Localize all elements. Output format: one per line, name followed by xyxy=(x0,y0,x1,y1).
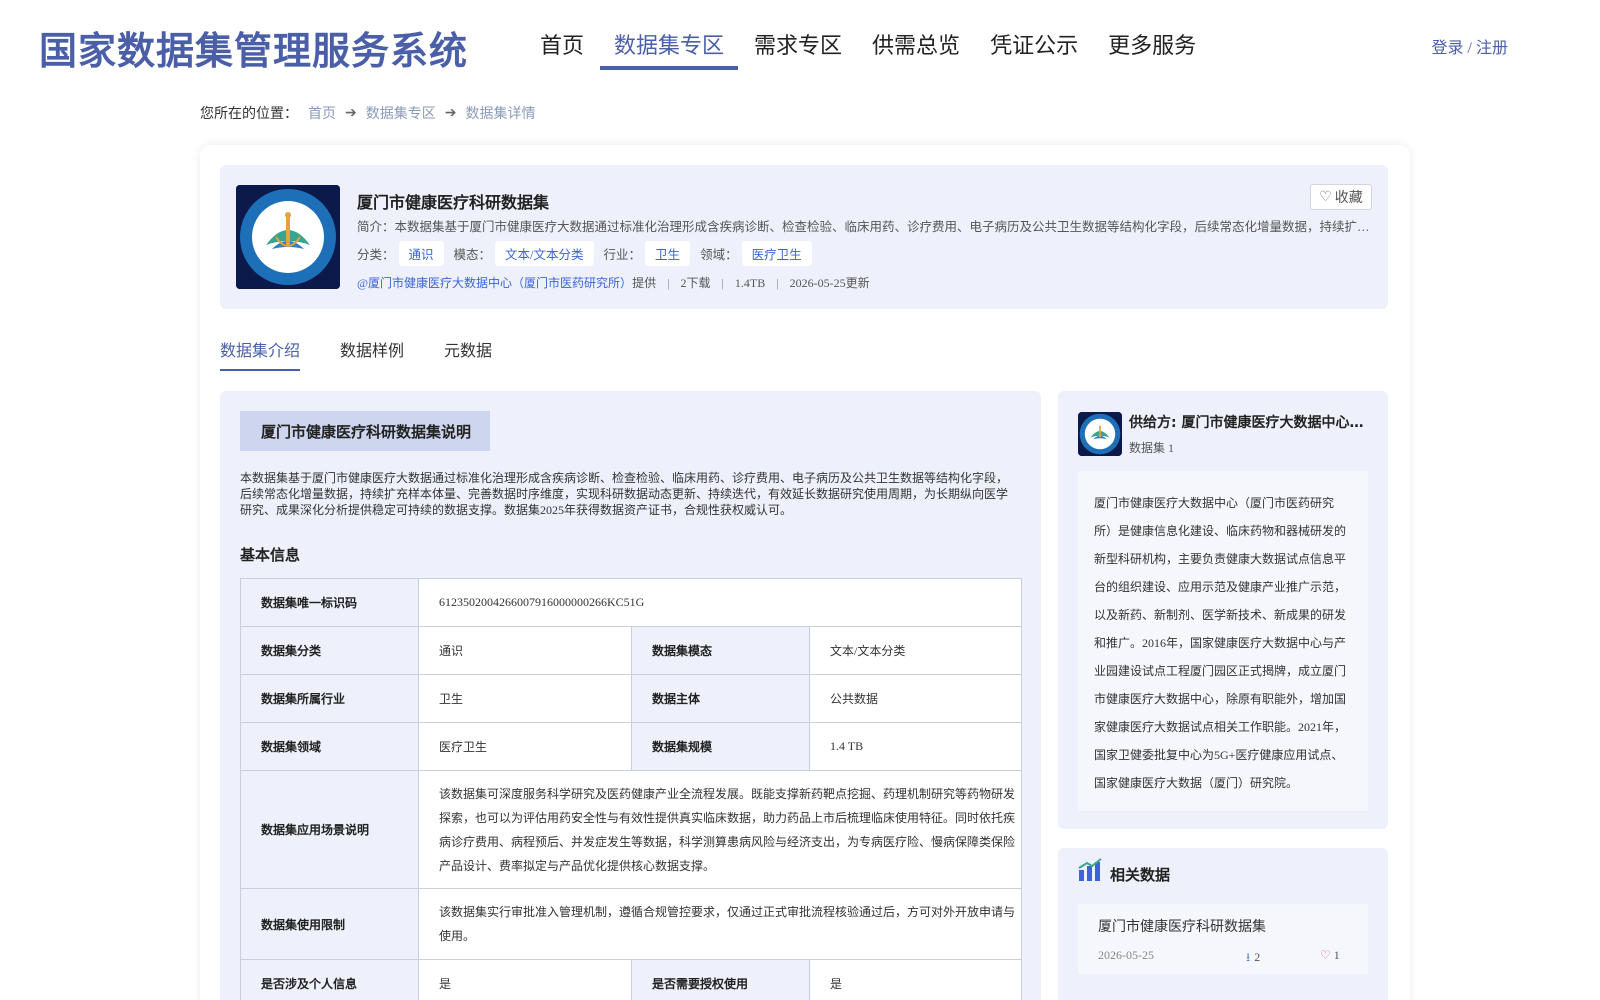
personal-info-value: 是 xyxy=(418,959,632,1000)
provider-card: 供给方: 厦门市健康医疗大数据中心（厦门市医药研究所） 数据集 1 厦门市健康医… xyxy=(1058,391,1388,829)
breadcrumb: 您所在的位置： 首页 ➔ 数据集专区 ➔ 数据集详情 xyxy=(200,103,535,123)
related-item[interactable]: 厦门市健康医疗科研数据集 2026-05-25 ⭳ 2 ♡ 1 xyxy=(1078,904,1368,974)
table-row: 是否涉及个人信息 是 是否需要授权使用 是 xyxy=(240,959,1022,1000)
login-register-link[interactable]: 登录 / 注册 xyxy=(1432,34,1508,58)
main-nav: 首页 数据集专区 需求专区 供需总览 凭证公示 更多服务 xyxy=(540,28,1226,70)
dataset-tags: 分类： 通识 模态： 文本/文本分类 行业： 卫生 领域： 医疗卫生 xyxy=(357,241,822,266)
arrow-right-icon: ➔ xyxy=(444,105,457,121)
breadcrumb-datasets[interactable]: 数据集专区 xyxy=(366,103,436,123)
uid-value: 6123502004266007916000000266KC51G xyxy=(418,578,1022,627)
scenario-label: 数据集应用场景说明 xyxy=(240,770,419,889)
modality-tag[interactable]: 文本/文本分类 xyxy=(495,241,594,266)
nav-more[interactable]: 更多服务 xyxy=(1108,28,1196,70)
nav-datasets[interactable]: 数据集专区 xyxy=(600,28,739,70)
related-item-title: 厦门市健康医疗科研数据集 xyxy=(1098,920,1266,935)
detail-tabs: 数据集介绍 数据样例 元数据 xyxy=(220,337,532,371)
modality-key: 模态： xyxy=(453,248,492,262)
dataset-meta: @厦门市健康医疗大数据中心（厦门市医药研究所）提供 | 2下载 | 1.4TB … xyxy=(357,276,870,290)
category-tag[interactable]: 通识 xyxy=(398,241,444,266)
dataset-title: 厦门市健康医疗科研数据集 xyxy=(357,195,550,212)
like-count-value: 1 xyxy=(1333,948,1340,962)
modality-value: 文本/文本分类 xyxy=(809,626,1022,675)
heart-icon: ♡ xyxy=(1319,189,1332,205)
tab-introduction[interactable]: 数据集介绍 xyxy=(220,337,301,371)
download-count-value: 2 xyxy=(1254,950,1261,964)
industry-key: 行业： xyxy=(603,248,642,262)
dataset-detail-card: 厦门市健康医疗科研数据集 简介：本数据集基于厦门市健康医疗大数据通过标准化治理形… xyxy=(200,145,1410,1000)
related-data-card: 相关数据 厦门市健康医疗科研数据集 2026-05-25 ⭳ 2 ♡ 1 xyxy=(1058,848,1388,1000)
category-value: 通识 xyxy=(418,626,632,675)
industry-value: 卫生 xyxy=(418,674,632,723)
personal-info-label: 是否涉及个人信息 xyxy=(240,959,419,1000)
description-heading: 厦门市健康医疗科研数据集说明 xyxy=(240,411,490,451)
related-item-likes: ♡ 1 xyxy=(1320,948,1340,963)
domain-value: 医疗卫生 xyxy=(418,722,632,771)
breadcrumb-detail[interactable]: 数据集详情 xyxy=(465,103,535,123)
favorite-button[interactable]: ♡ 收藏 xyxy=(1310,184,1372,210)
heart-icon: ♡ xyxy=(1320,948,1331,962)
table-row: 数据集领域 医疗卫生 数据集规模 1.4 TB xyxy=(240,722,1022,771)
domain-key: 领域： xyxy=(700,248,738,262)
subject-value: 公共数据 xyxy=(809,674,1022,723)
limit-label: 数据集使用限制 xyxy=(240,888,419,960)
auth-value: 是 xyxy=(809,959,1022,1000)
introduction-panel: 厦门市健康医疗科研数据集说明 本数据集基于厦门市健康医疗大数据通过标准化治理形成… xyxy=(220,391,1041,1000)
nav-overview[interactable]: 供需总览 xyxy=(872,28,960,70)
scenario-value: 该数据集可深度服务科学研究及医药健康产业全流程发展。既能支撑新药靶点挖掘、药理机… xyxy=(418,770,1022,889)
category-label: 数据集分类 xyxy=(240,626,419,675)
subject-label: 数据主体 xyxy=(631,674,810,723)
provide-text: 提供 xyxy=(632,276,657,290)
industry-label: 数据集所属行业 xyxy=(240,674,419,723)
table-row: 数据集使用限制 该数据集实行审批准入管理机制，遵循合规管控要求，仅通过正式审批流… xyxy=(240,888,1022,960)
nav-demands[interactable]: 需求专区 xyxy=(754,28,842,70)
related-title: 相关数据 xyxy=(1110,866,1171,884)
auth-label: 是否需要授权使用 xyxy=(631,959,810,1000)
bar-chart-icon xyxy=(1078,858,1102,881)
category-key: 分类： xyxy=(357,248,395,262)
dataset-summary: 厦门市健康医疗科研数据集 简介：本数据集基于厦门市健康医疗大数据通过标准化治理形… xyxy=(220,165,1388,309)
domain-label: 数据集领域 xyxy=(240,722,419,771)
breadcrumb-home[interactable]: 首页 xyxy=(308,103,336,123)
dataset-intro: 简介：本数据集基于厦门市健康医疗大数据通过标准化治理形成含疾病诊断、检查检验、临… xyxy=(357,220,1377,234)
download-count: 2下载 xyxy=(680,276,711,290)
table-row: 数据集唯一标识码 6123502004266007916000000266KC5… xyxy=(240,578,1022,627)
related-item-downloads: ⭳ 2 xyxy=(1246,948,1260,969)
table-row: 数据集应用场景说明 该数据集可深度服务科学研究及医药健康产业全流程发展。既能支撑… xyxy=(240,770,1022,889)
basic-info-table: 数据集唯一标识码 6123502004266007916000000266KC5… xyxy=(240,578,1022,1000)
nav-home[interactable]: 首页 xyxy=(540,28,584,70)
provider-link[interactable]: @厦门市健康医疗大数据中心（厦门市医药研究所） xyxy=(357,276,632,290)
favorite-label: 收藏 xyxy=(1334,191,1363,206)
provider-description: 厦门市健康医疗大数据中心（厦门市医药研究所）是健康信息化建设、临床药物和器械研发… xyxy=(1078,471,1368,811)
table-row: 数据集所属行业 卫生 数据主体 公共数据 xyxy=(240,674,1022,723)
provider-avatar[interactable] xyxy=(1078,412,1122,456)
nav-certificates[interactable]: 凭证公示 xyxy=(990,28,1078,70)
tab-metadata[interactable]: 元数据 xyxy=(444,337,492,371)
limit-value: 该数据集实行审批准入管理机制，遵循合规管控要求，仅通过正式审批流程核验通过后，方… xyxy=(418,888,1022,960)
tab-samples[interactable]: 数据样例 xyxy=(340,337,404,371)
domain-tag[interactable]: 医疗卫生 xyxy=(741,241,812,266)
table-row: 数据集分类 通识 数据集模态 文本/文本分类 xyxy=(240,626,1022,675)
site-title[interactable]: 国家数据集管理服务系统 xyxy=(39,20,468,75)
arrow-right-icon: ➔ xyxy=(345,105,357,121)
dataset-size: 1.4TB xyxy=(734,276,766,290)
breadcrumb-label: 您所在的位置： xyxy=(200,107,298,122)
modality-label: 数据集模态 xyxy=(631,626,810,675)
basic-info-title: 基本信息 xyxy=(240,548,301,564)
provider-name[interactable]: 供给方: 厦门市健康医疗大数据中心（厦门市医药研究所） xyxy=(1129,412,1374,432)
provider-logo xyxy=(236,185,340,289)
related-item-date: 2026-05-25 xyxy=(1098,948,1154,962)
description-text: 本数据集基于厦门市健康医疗大数据通过标准化治理形成含疾病诊断、检查检验、临床用药… xyxy=(240,471,1009,517)
industry-tag[interactable]: 卫生 xyxy=(645,241,691,266)
scale-label: 数据集规模 xyxy=(631,722,810,771)
uid-key: 数据集唯一标识码 xyxy=(240,578,419,627)
provider-dataset-count: 数据集 1 xyxy=(1129,441,1175,455)
download-icon: ⭳ xyxy=(1246,950,1251,964)
updated-date: 2026-05-25更新 xyxy=(789,276,870,290)
scale-value: 1.4 TB xyxy=(809,722,1022,771)
